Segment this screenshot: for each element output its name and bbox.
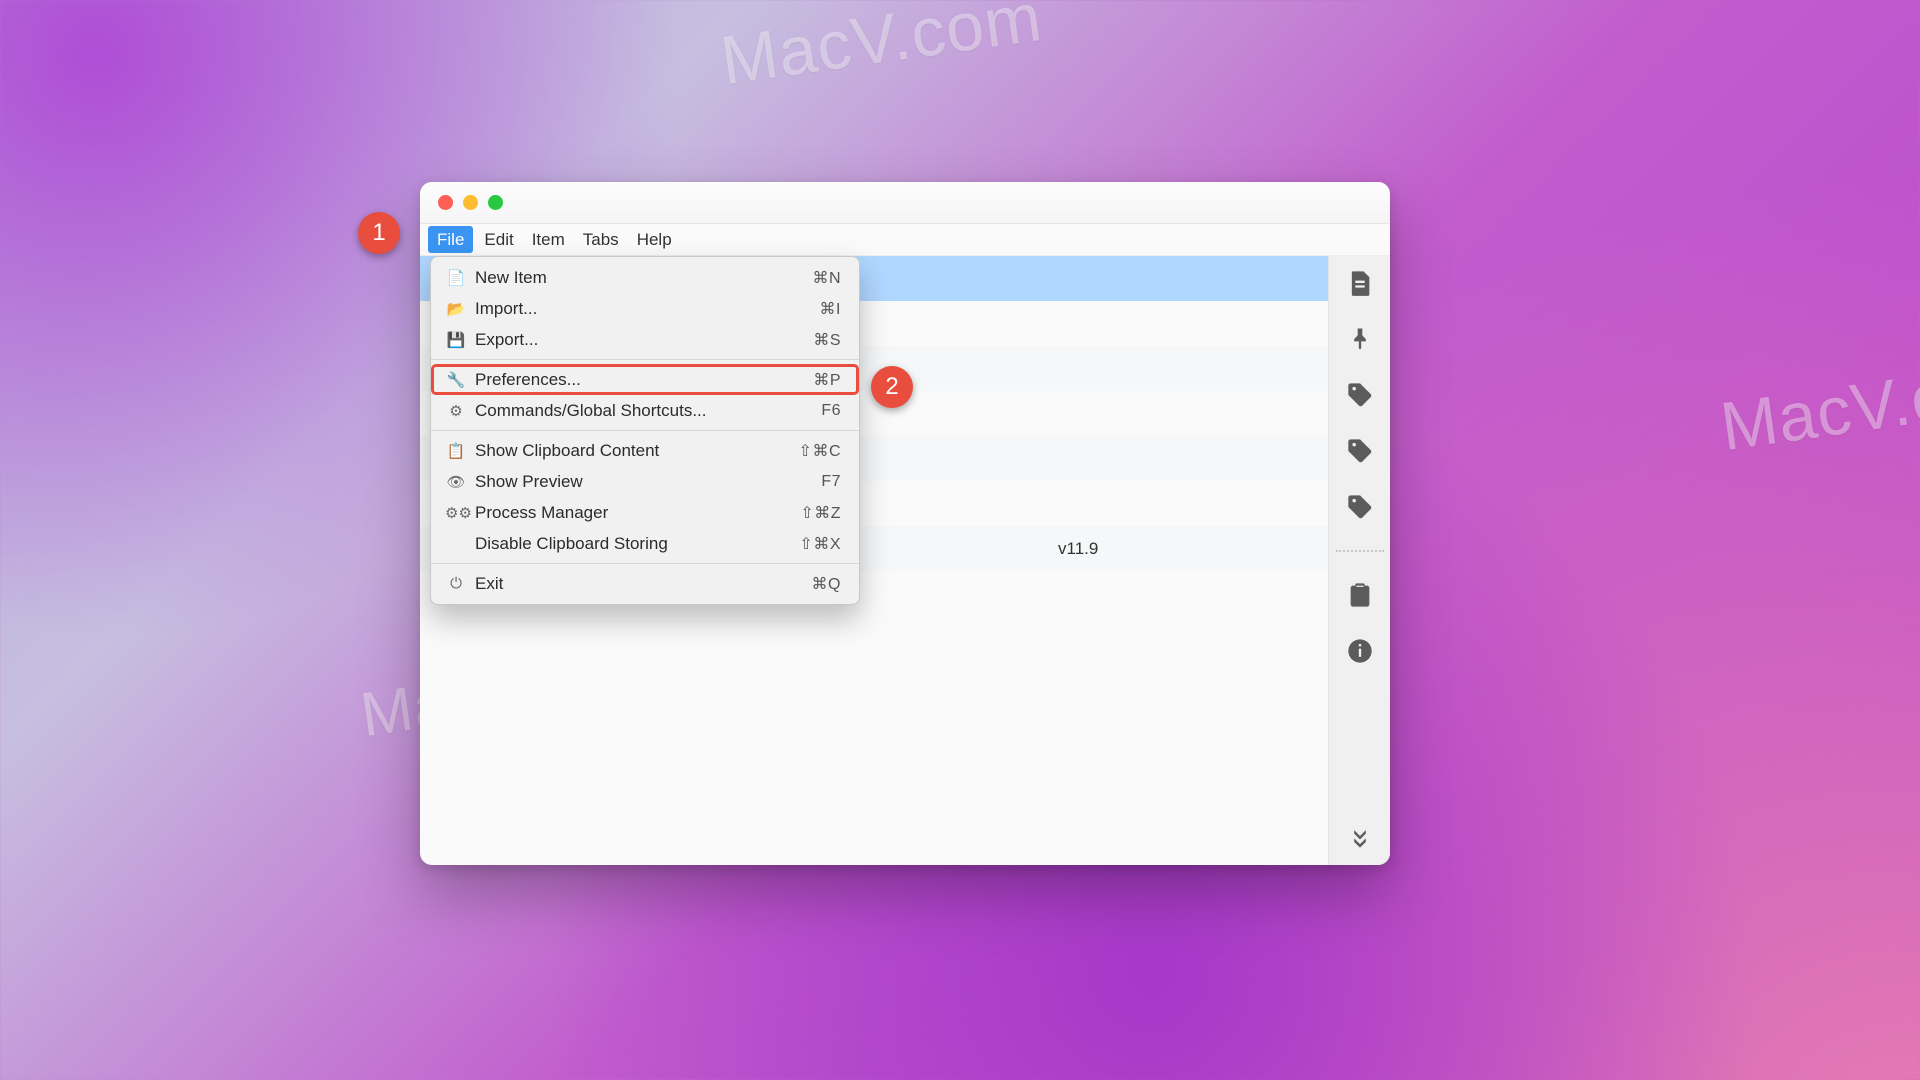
menuitem-export[interactable]: 💾 Export... ⌘S <box>431 324 859 355</box>
menu-help[interactable]: Help <box>628 224 681 255</box>
menuitem-shortcut: ⇧⌘C <box>799 441 841 461</box>
eye-icon: 👁 <box>445 473 467 491</box>
menuitem-shortcut: ⌘N <box>812 268 841 288</box>
tag-icon[interactable] <box>1345 436 1375 466</box>
menuitem-disable-storing[interactable]: Disable Clipboard Storing ⇧⌘X <box>431 528 859 559</box>
menuitem-shortcut: F7 <box>821 473 841 491</box>
menuitem-shortcut: ⇧⌘X <box>799 534 841 554</box>
menuitem-new-item[interactable]: 📄 New Item ⌘N <box>431 262 859 293</box>
menuitem-label: Import... <box>475 299 820 319</box>
gears-icon: ⚙⚙ <box>445 504 467 522</box>
menuitem-exit[interactable]: ⏻ Exit ⌘Q <box>431 568 859 599</box>
annotation-callout-1: 1 <box>358 212 400 254</box>
menuitem-label: Process Manager <box>475 503 800 523</box>
menu-item[interactable]: Item <box>523 224 574 255</box>
menuitem-label: Export... <box>475 330 813 350</box>
menu-edit[interactable]: Edit <box>475 224 522 255</box>
menuitem-label: Disable Clipboard Storing <box>475 534 799 554</box>
menu-file[interactable]: File <box>428 226 473 253</box>
folder-icon: 📂 <box>445 300 467 318</box>
watermark-text: MacV.com <box>716 0 1047 100</box>
right-sidebar <box>1328 256 1390 865</box>
menuitem-shortcut: ⌘I <box>820 299 841 319</box>
annotation-callout-2: 2 <box>871 366 913 408</box>
maximize-icon[interactable] <box>488 195 503 210</box>
menuitem-shortcut: ⌘P <box>813 370 841 390</box>
save-icon: 💾 <box>445 331 467 349</box>
wrench-icon: 🔧 <box>445 371 467 389</box>
menuitem-shortcut: ⌘S <box>813 330 841 350</box>
tag-icon[interactable] <box>1345 380 1375 410</box>
chevron-down-icon[interactable] <box>1345 821 1375 851</box>
sidebar-divider <box>1336 550 1384 552</box>
close-icon[interactable] <box>438 195 453 210</box>
window-titlebar <box>420 182 1390 224</box>
content-area: v11.9 📄 New Item ⌘N 📂 Import... ⌘I 💾 Exp… <box>420 256 1390 865</box>
menuitem-show-preview[interactable]: 👁 Show Preview F7 <box>431 466 859 497</box>
gear-icon: ⚙ <box>445 402 467 420</box>
info-icon[interactable] <box>1345 636 1375 666</box>
menuitem-label: Preferences... <box>475 370 813 390</box>
menuitem-import[interactable]: 📂 Import... ⌘I <box>431 293 859 324</box>
menuitem-process-manager[interactable]: ⚙⚙ Process Manager ⇧⌘Z <box>431 497 859 528</box>
menu-tabs[interactable]: Tabs <box>574 224 628 255</box>
list-text-fragment: v11.9 <box>1058 539 1098 559</box>
pin-icon[interactable] <box>1345 324 1375 354</box>
watermark-text: MacV.co <box>1716 352 1920 466</box>
clipboard-icon: 📋 <box>445 442 467 460</box>
menuitem-commands[interactable]: ⚙ Commands/Global Shortcuts... F6 <box>431 395 859 426</box>
menubar: File Edit Item Tabs Help <box>420 224 1390 256</box>
menuitem-preferences[interactable]: 🔧 Preferences... ⌘P <box>431 364 859 395</box>
menuitem-label: Show Preview <box>475 472 821 492</box>
menu-separator <box>431 430 859 431</box>
menuitem-shortcut: F6 <box>821 402 841 420</box>
file-icon: 📄 <box>445 269 467 287</box>
menu-separator <box>431 563 859 564</box>
menuitem-label: New Item <box>475 268 812 288</box>
document-icon[interactable] <box>1345 268 1375 298</box>
menu-separator <box>431 359 859 360</box>
menuitem-label: Exit <box>475 574 812 594</box>
power-icon: ⏻ <box>445 575 467 592</box>
menuitem-label: Show Clipboard Content <box>475 441 799 461</box>
menuitem-label: Commands/Global Shortcuts... <box>475 401 821 421</box>
minimize-icon[interactable] <box>463 195 478 210</box>
tag-icon[interactable] <box>1345 492 1375 522</box>
clipboard-icon[interactable] <box>1345 580 1375 610</box>
app-window: File Edit Item Tabs Help <box>420 182 1390 865</box>
menuitem-shortcut: ⇧⌘Z <box>800 503 841 523</box>
file-dropdown: 📄 New Item ⌘N 📂 Import... ⌘I 💾 Export...… <box>430 256 860 605</box>
menuitem-shortcut: ⌘Q <box>812 574 841 594</box>
menuitem-show-clipboard[interactable]: 📋 Show Clipboard Content ⇧⌘C <box>431 435 859 466</box>
